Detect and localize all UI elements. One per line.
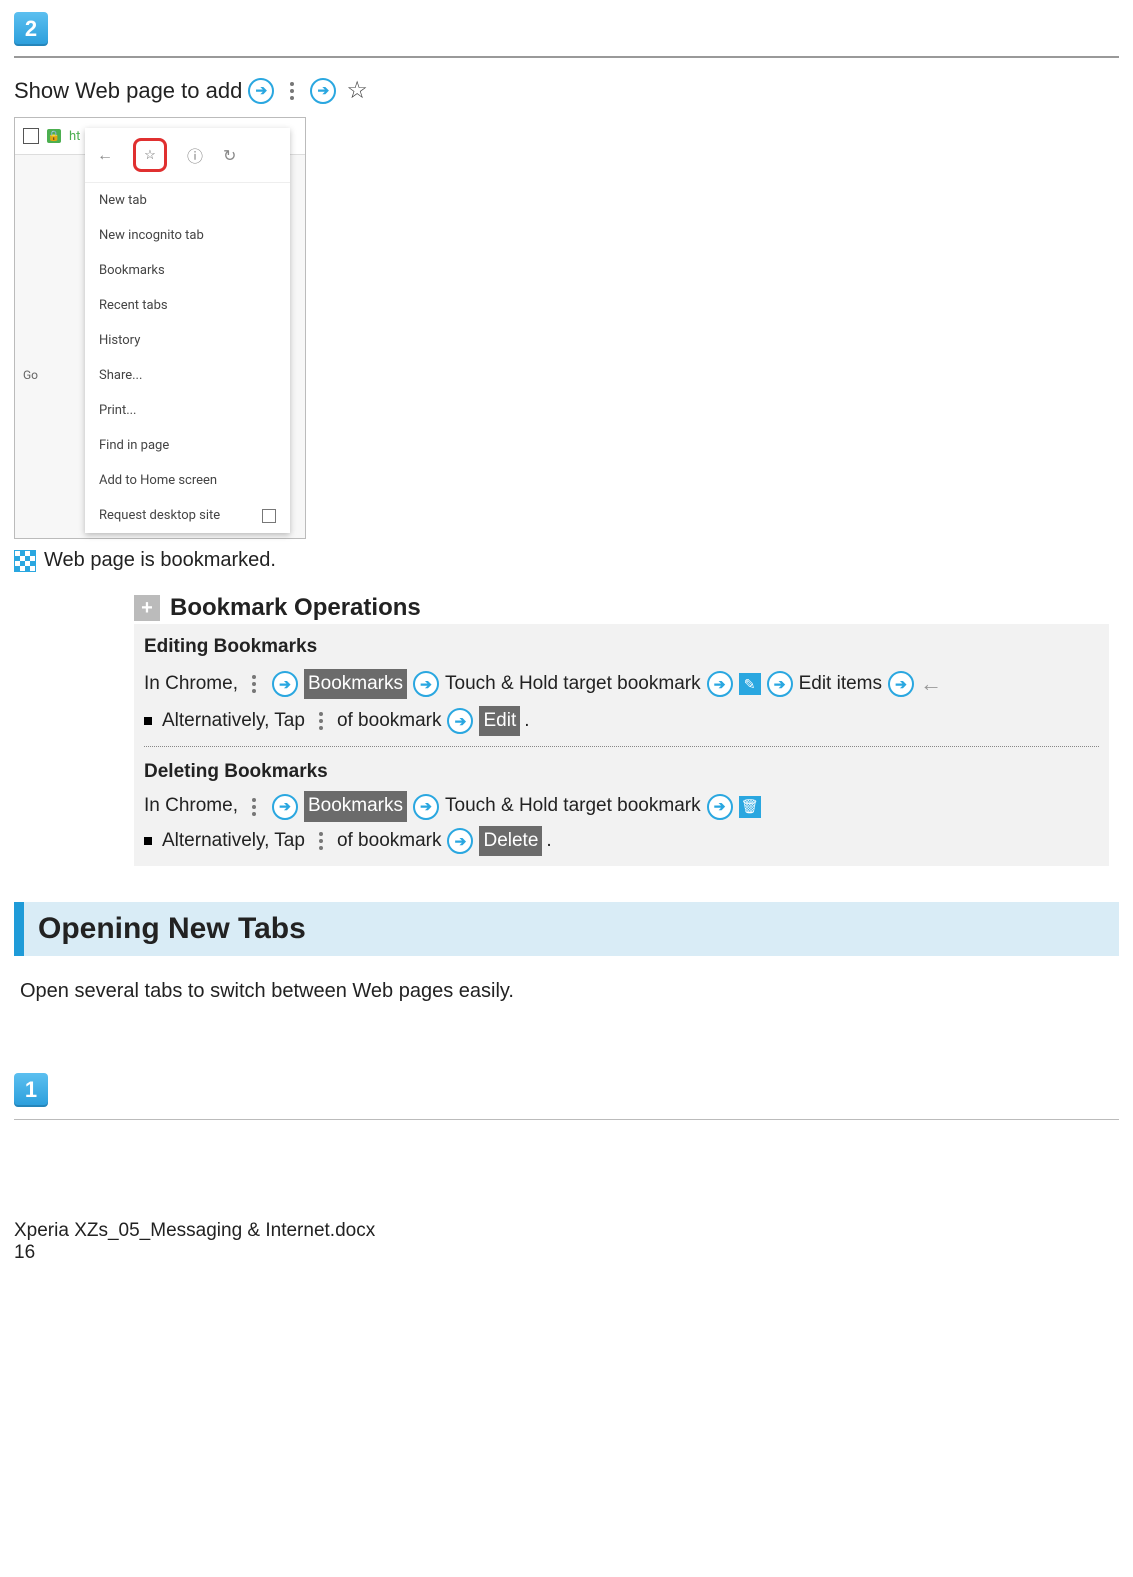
arrow-icon: [272, 671, 298, 697]
menu-item: Recent tabs: [85, 288, 290, 323]
more-vert-icon: [315, 830, 327, 852]
text: In Chrome,: [144, 791, 238, 821]
menu-icon-row: ← ☆ ⓘ ↻: [85, 128, 290, 183]
editing-alt: Alternatively, Tap of bookmark Edit.: [144, 706, 1099, 736]
refresh-icon: ↻: [223, 146, 236, 165]
step-marker-2: 2: [14, 12, 48, 46]
operations-title: Bookmark Operations: [170, 594, 421, 622]
arrow-icon: [248, 78, 274, 104]
more-vert-icon: [315, 710, 327, 732]
arrow-icon: [413, 671, 439, 697]
checkbox-icon: [262, 509, 276, 523]
more-vert-icon: [286, 80, 298, 102]
back-arrow-icon: ←: [97, 145, 113, 165]
text: of bookmark: [337, 826, 442, 856]
plus-icon: +: [134, 595, 160, 621]
menu-item: Share...: [85, 358, 290, 393]
star-outline-icon: ☆: [346, 76, 368, 105]
edit-button[interactable]: Edit: [479, 706, 520, 736]
arrow-icon: [767, 671, 793, 697]
back-arrow-icon: ←: [920, 666, 942, 701]
text: Edit items: [799, 669, 882, 699]
arrow-icon: [888, 671, 914, 697]
star-highlight-icon: ☆: [133, 138, 167, 172]
footer: Xperia XZs_05_Messaging & Internet.docx …: [14, 1220, 1119, 1264]
bullet-icon: [144, 717, 152, 725]
more-vert-icon: [248, 673, 260, 695]
bookmarks-button[interactable]: Bookmarks: [304, 791, 407, 821]
flag-icon: [14, 550, 36, 572]
bullet-icon: [144, 837, 152, 845]
arrow-icon: [707, 671, 733, 697]
text: Touch & Hold target bookmark: [445, 669, 701, 699]
menu-item: New tab: [85, 183, 290, 218]
pencil-icon: [739, 673, 761, 695]
deleting-alt: Alternatively, Tap of bookmark Delete.: [144, 826, 1099, 856]
deleting-heading: Deleting Bookmarks: [144, 757, 1099, 787]
deleting-steps: In Chrome, Bookmarks Touch & Hold target…: [144, 791, 1099, 821]
text: Touch & Hold target bookmark: [445, 791, 701, 821]
arrow-icon: [707, 794, 733, 820]
bookmark-operations-block: + Bookmark Operations Editing Bookmarks …: [134, 594, 1109, 866]
dotted-divider: [144, 746, 1099, 747]
menu-item: History: [85, 323, 290, 358]
delete-button[interactable]: Delete: [479, 826, 542, 856]
text: In Chrome,: [144, 669, 238, 699]
footer-filename: Xperia XZs_05_Messaging & Internet.docx: [14, 1220, 1119, 1242]
arrow-icon: [413, 794, 439, 820]
arrow-icon: [310, 78, 336, 104]
arrow-icon: [447, 828, 473, 854]
instruction-line: Show Web page to add ☆: [14, 76, 1119, 105]
info-icon: ⓘ: [187, 143, 203, 167]
editing-steps: In Chrome, Bookmarks Touch & Hold target…: [144, 666, 1099, 701]
footer-page-number: 16: [14, 1242, 1119, 1264]
menu-item: Request desktop site: [85, 498, 290, 533]
text: Alternatively, Tap: [162, 826, 305, 856]
more-vert-icon: [248, 796, 260, 818]
editing-heading: Editing Bookmarks: [144, 632, 1099, 662]
menu-item-label: Request desktop site: [99, 508, 220, 523]
result-line: Web page is bookmarked.: [14, 549, 1119, 572]
menu-item: New incognito tab: [85, 218, 290, 253]
menu-item: Find in page: [85, 428, 290, 463]
instruction-text: Show Web page to add: [14, 78, 242, 104]
chrome-menu-panel: ← ☆ ⓘ ↻ New tab New incognito tab Bookma…: [85, 128, 290, 533]
section-body: Open several tabs to switch between Web …: [20, 980, 1119, 1003]
lock-icon: 🔒: [47, 129, 61, 143]
arrow-icon: [447, 708, 473, 734]
divider: [14, 56, 1119, 58]
bookmarks-button[interactable]: Bookmarks: [304, 669, 407, 699]
menu-item: Add to Home screen: [85, 463, 290, 498]
divider: [14, 1119, 1119, 1120]
text: Alternatively, Tap: [162, 706, 305, 736]
arrow-icon: [272, 794, 298, 820]
bg-text: Go: [23, 368, 38, 382]
menu-item: Bookmarks: [85, 253, 290, 288]
menu-item: Print...: [85, 393, 290, 428]
step-marker-1: 1: [14, 1073, 48, 1107]
period: .: [524, 706, 529, 736]
result-text: Web page is bookmarked.: [44, 549, 276, 572]
url-fragment: ht: [69, 129, 80, 144]
chrome-menu-screenshot: 🔒 ht Go ← ☆ ⓘ ↻ New tab New incognito ta…: [14, 117, 306, 539]
section-heading: Opening New Tabs: [14, 902, 1119, 956]
trash-icon: [739, 796, 761, 818]
text: of bookmark: [337, 706, 442, 736]
period: .: [546, 826, 551, 856]
home-icon: [23, 128, 39, 144]
